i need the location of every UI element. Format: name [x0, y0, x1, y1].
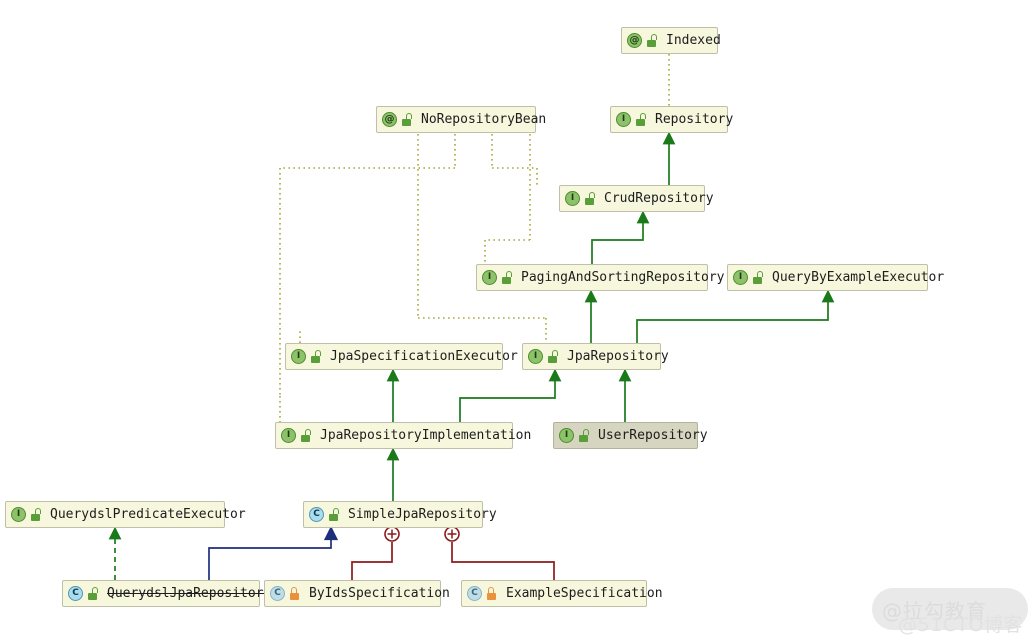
public-lock-icon	[584, 192, 595, 205]
node-jparepositoryimplementation[interactable]: I JpaRepositoryImplementation	[275, 422, 531, 449]
public-lock-icon	[310, 350, 321, 363]
node-label: CrudRepository	[604, 191, 714, 206]
edge-inherit-jparepository-querybyexample	[636, 289, 835, 343]
public-lock-icon	[578, 429, 589, 442]
node-querydslpredicateexecutor[interactable]: I QuerydslPredicateExecutor	[5, 501, 246, 528]
public-lock-icon	[328, 508, 339, 521]
node-pagingandsortingrepository[interactable]: I PagingAndSortingRepository	[476, 264, 725, 291]
node-querybyexampleexecutor[interactable]: I QueryByExampleExecutor	[727, 264, 944, 291]
node-norepositorybean[interactable]: @ NoRepositoryBean	[376, 106, 546, 133]
diagram-edge-layer	[108, 54, 835, 580]
edge-inherit-paging-crudrepository	[591, 210, 650, 264]
interface-icon: I	[281, 428, 296, 443]
node-userrepository[interactable]: I UserRepository	[553, 422, 708, 449]
interface-icon: I	[291, 349, 306, 364]
public-lock-icon	[635, 113, 646, 126]
public-lock-icon	[646, 34, 657, 47]
interface-icon: I	[482, 270, 497, 285]
node-crudrepository[interactable]: I CrudRepository	[559, 185, 714, 212]
watermark-primary: @拉勾教育	[882, 599, 987, 623]
edge-extends-querydsljparepo-simplejparepo	[208, 525, 339, 580]
node-repository[interactable]: I Repository	[610, 106, 733, 133]
edge-innerclass-examplespecification	[444, 526, 555, 580]
annotation-icon: @	[627, 33, 642, 48]
public-lock-icon	[30, 508, 41, 521]
class-icon: C	[270, 586, 285, 601]
public-lock-icon	[547, 350, 558, 363]
interface-icon: I	[616, 112, 631, 127]
interface-icon: I	[528, 349, 543, 364]
public-lock-icon	[752, 271, 763, 284]
watermark-secondary: @51CTO博客	[898, 614, 1024, 636]
public-lock-icon	[501, 271, 512, 284]
edge-inherit-jparepoimpl-jparepository	[459, 368, 562, 422]
node-label: NoRepositoryBean	[421, 112, 547, 127]
node-label: UserRepository	[598, 428, 708, 443]
node-label: JpaRepositoryImplementation	[320, 428, 532, 443]
node-indexed[interactable]: @ Indexed	[621, 27, 721, 54]
interface-icon: I	[11, 507, 26, 522]
interface-icon: I	[559, 428, 574, 443]
class-icon: C	[467, 586, 482, 601]
node-label: JpaSpecificationExecutor	[330, 349, 518, 364]
public-lock-icon	[87, 587, 98, 600]
interface-icon: I	[565, 191, 580, 206]
uml-class-diagram-canvas: @ Indexed @ NoRepositoryBean I Repositor…	[0, 0, 1034, 639]
node-label: JpaRepository	[567, 349, 669, 364]
node-label: ExampleSpecification	[506, 586, 663, 601]
interface-icon: I	[733, 270, 748, 285]
node-querydsljparepository[interactable]: C QuerydslJpaRepository	[62, 580, 271, 607]
public-lock-icon	[300, 429, 311, 442]
node-label: SimpleJpaRepository	[348, 507, 497, 522]
public-lock-icon	[401, 113, 412, 126]
node-jpaspecificationexecutor[interactable]: I JpaSpecificationExecutor	[285, 343, 518, 370]
private-lock-icon	[486, 587, 497, 600]
class-icon: C	[68, 586, 83, 601]
class-icon: C	[309, 507, 324, 522]
watermark-pill-background	[872, 588, 1028, 630]
node-label: Repository	[655, 112, 734, 127]
node-examplespecification[interactable]: C ExampleSpecification	[461, 580, 663, 607]
node-simplejparepository[interactable]: C SimpleJpaRepository	[303, 501, 497, 528]
node-label: QuerydslPredicateExecutor	[50, 507, 246, 522]
annotation-icon: @	[382, 112, 397, 127]
node-byidsspecification[interactable]: C ByIdsSpecification	[264, 580, 450, 607]
edge-innerclass-byidsspecification	[351, 526, 400, 580]
node-label: ByIdsSpecification	[309, 586, 450, 601]
node-label: Indexed	[666, 33, 721, 48]
node-label: QueryByExampleExecutor	[772, 270, 945, 285]
node-jparepository[interactable]: I JpaRepository	[522, 343, 669, 370]
private-lock-icon	[289, 587, 300, 600]
node-label-deprecated: QuerydslJpaRepository	[107, 586, 272, 601]
node-label: PagingAndSortingRepository	[521, 270, 725, 285]
